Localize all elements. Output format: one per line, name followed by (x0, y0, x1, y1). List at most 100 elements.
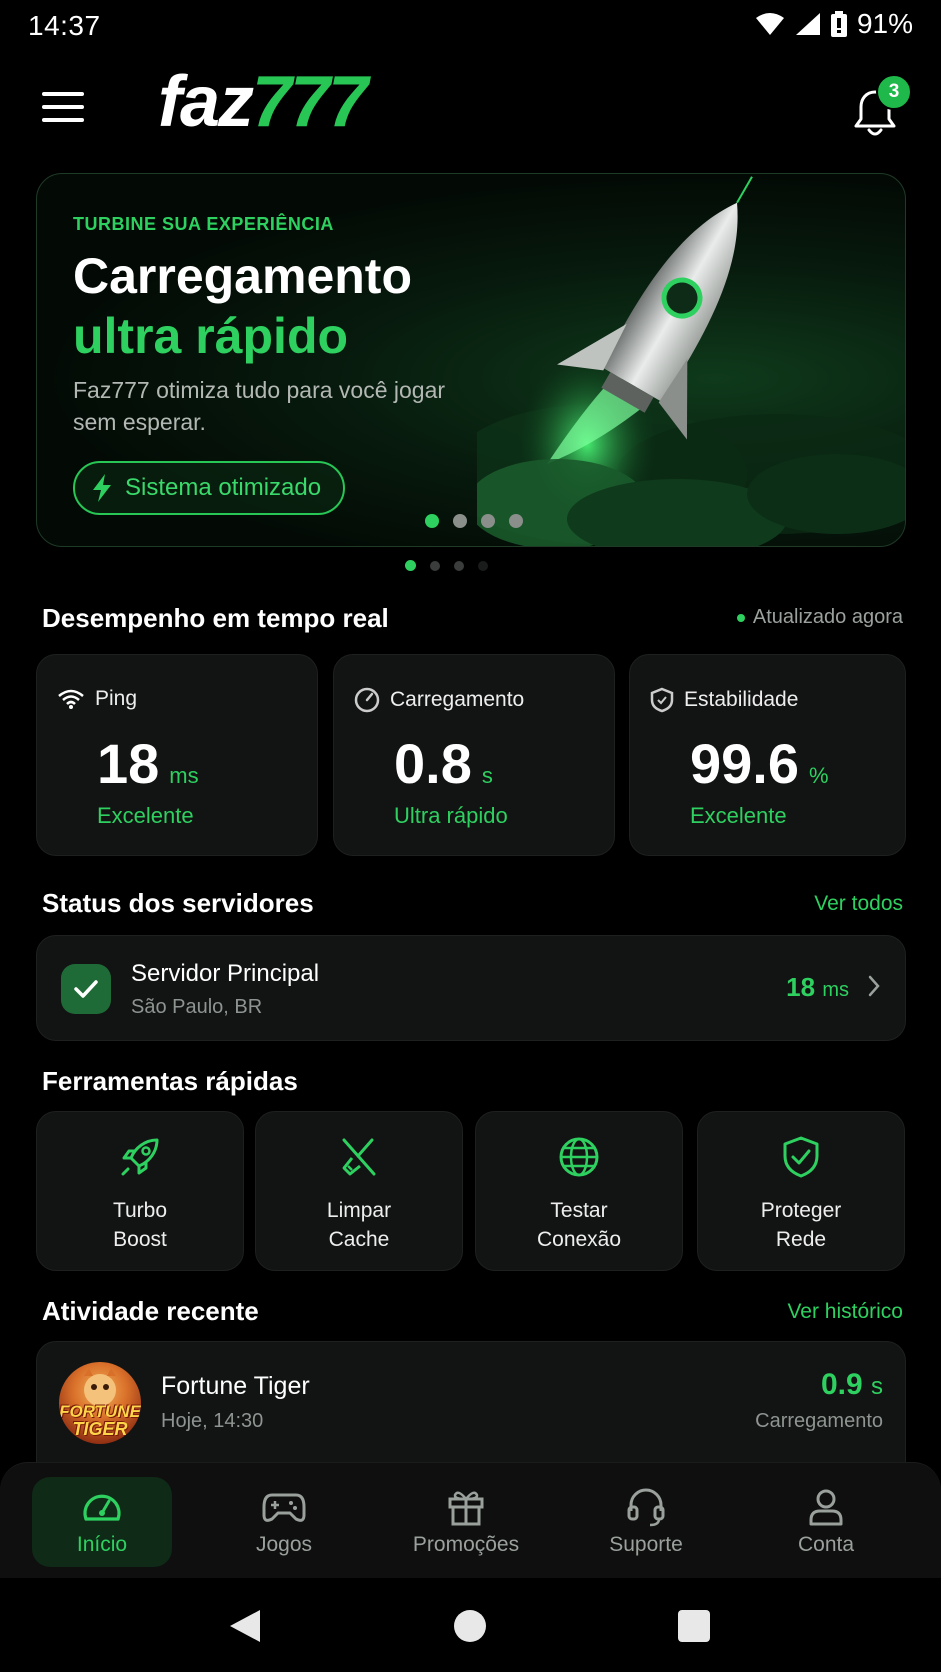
banner-title-line1: Carregamento (73, 248, 412, 304)
tool-label-line2: Rede (775, 1228, 827, 1251)
metric-label: Estabilidade (650, 687, 798, 713)
shield-check-icon (783, 1136, 819, 1178)
rocket-icon (121, 1138, 159, 1176)
bottom-nav: Início Jogos Promoções Suporte Conta (0, 1462, 941, 1578)
game-name: Fortune Tiger (161, 1372, 310, 1400)
avatar-text-line2: TIGER (72, 1419, 128, 1439)
metric-note: Ultra rápido (394, 803, 508, 828)
chevron-right-icon (868, 975, 880, 997)
tool-protect-network[interactable]: Proteger Rede (697, 1111, 905, 1271)
rocket-illustration (477, 176, 905, 546)
headset-icon (627, 1488, 665, 1527)
notification-badge: 3 (876, 74, 912, 110)
server-name: Servidor Principal (131, 960, 320, 987)
metric-card-loading[interactable]: Carregamento 0.8 s Ultra rápido (333, 654, 615, 856)
broom-icon (342, 1138, 376, 1176)
logo-number: 777 (252, 62, 368, 142)
check-icon (61, 964, 111, 1014)
gamepad-icon (262, 1493, 306, 1522)
page-dot[interactable] (454, 560, 464, 571)
carousel-dot[interactable] (481, 514, 495, 528)
metric-number: 0.8 (394, 732, 472, 795)
metric-unit: % (809, 763, 829, 788)
activity-row[interactable]: FORTUNE TIGER Fortune Tiger Hoje, 14:30 … (36, 1341, 906, 1463)
tool-label: Turbo Boost (37, 1196, 243, 1254)
status-time: 14:37 (28, 10, 101, 41)
metric-card-stability[interactable]: Estabilidade 99.6% Excelente (629, 654, 906, 856)
metric-value: 0.8 s (394, 731, 493, 796)
metric-card-ping[interactable]: Ping 18 ms Excelente (36, 654, 318, 856)
tool-label: Proteger Rede (698, 1196, 904, 1254)
nav-label: Jogos (255, 1533, 313, 1556)
page-dot[interactable] (478, 560, 488, 571)
performance-title: Desempenho em tempo real (42, 603, 389, 633)
recents-icon[interactable] (678, 1610, 710, 1642)
tool-label-line2: Conexão (536, 1228, 622, 1251)
server-ping-unit: ms (822, 979, 849, 1001)
tool-clear-cache[interactable]: Limpar Cache (255, 1111, 463, 1271)
metric-number: 99.6 (690, 732, 799, 795)
carousel-dot[interactable] (509, 514, 523, 528)
view-history-link[interactable]: Ver histórico (787, 1300, 903, 1324)
home-icon[interactable] (454, 1610, 486, 1642)
tool-label-line1: Testar (550, 1199, 608, 1222)
tool-label-line1: Turbo (112, 1199, 168, 1222)
tool-label-line1: Limpar (326, 1199, 392, 1222)
tool-label-line2: Boost (113, 1228, 167, 1251)
promo-banner[interactable]: TURBINE SUA EXPERIÊNCIA Carregamento ult… (36, 173, 906, 547)
user-icon (809, 1489, 843, 1526)
lightning-icon (93, 474, 111, 502)
view-all-link[interactable]: Ver todos (814, 892, 903, 916)
menu-icon[interactable] (42, 92, 84, 124)
nav-label: Conta (797, 1533, 855, 1556)
updated-text: Atualizado agora (752, 606, 903, 628)
carousel-dot[interactable] (425, 514, 439, 528)
tool-test-connection[interactable]: Testar Conexão (475, 1111, 683, 1271)
metric-note: Excelente (690, 803, 787, 828)
back-icon[interactable] (228, 1608, 262, 1644)
tool-label-line2: Cache (328, 1228, 390, 1251)
server-ping: 18 ms (786, 972, 849, 1003)
servers-title: Status dos servidores (42, 888, 314, 918)
activity-time: Hoje, 14:30 (161, 1410, 264, 1432)
banner-subtitle: Faz777 otimiza tudo para você jogar sem … (73, 377, 446, 435)
gift-icon (448, 1491, 484, 1526)
server-location: São Paulo, BR (131, 996, 263, 1018)
nav-home[interactable]: Início (32, 1477, 172, 1567)
globe-icon (559, 1137, 599, 1177)
wifi-icon (755, 13, 784, 35)
metric-number: 18 (97, 732, 160, 795)
activity-title: Atividade recente (42, 1296, 259, 1326)
nav-label: Suporte (609, 1533, 683, 1556)
metric-label-text: Estabilidade (684, 688, 799, 711)
metric-label-text: Carregamento (390, 688, 525, 711)
metric-label: Carregamento (354, 687, 524, 713)
shield-icon (650, 687, 674, 713)
metric-unit: ms (169, 763, 199, 788)
metric-value: 18 ms (97, 731, 199, 796)
load-time-value: 0.9 (820, 1368, 863, 1401)
banner-title: Carregamento ultra rápido (73, 246, 412, 366)
battery-icon (830, 11, 847, 37)
status-icons: 91% (755, 8, 913, 40)
nav-promotions[interactable]: Promoções (396, 1477, 536, 1567)
updated-status: Atualizado agora (736, 606, 903, 629)
banner-eyebrow: TURBINE SUA EXPERIÊNCIA (73, 214, 334, 234)
nav-support[interactable]: Suporte (576, 1477, 716, 1567)
tools-title: Ferramentas rápidas (42, 1066, 298, 1096)
wifi-icon (58, 689, 84, 709)
page-dot[interactable] (430, 560, 440, 571)
metric-label: Ping (57, 687, 137, 711)
battery-percent: 91% (856, 8, 913, 39)
live-dot (736, 613, 745, 622)
system-optimized-button[interactable]: Sistema otimizado (73, 461, 346, 515)
cta-label: Sistema otimizado (125, 474, 322, 501)
carousel-dot[interactable] (453, 514, 467, 528)
tool-label: Limpar Cache (256, 1196, 462, 1254)
server-row[interactable]: Servidor Principal São Paulo, BR 18 ms (36, 935, 906, 1041)
page-dot[interactable] (405, 560, 416, 571)
nav-account[interactable]: Conta (756, 1477, 896, 1567)
nav-games[interactable]: Jogos (214, 1477, 354, 1567)
tool-turbo-boost[interactable]: Turbo Boost (36, 1111, 244, 1271)
metric-value: 99.6% (690, 731, 829, 796)
